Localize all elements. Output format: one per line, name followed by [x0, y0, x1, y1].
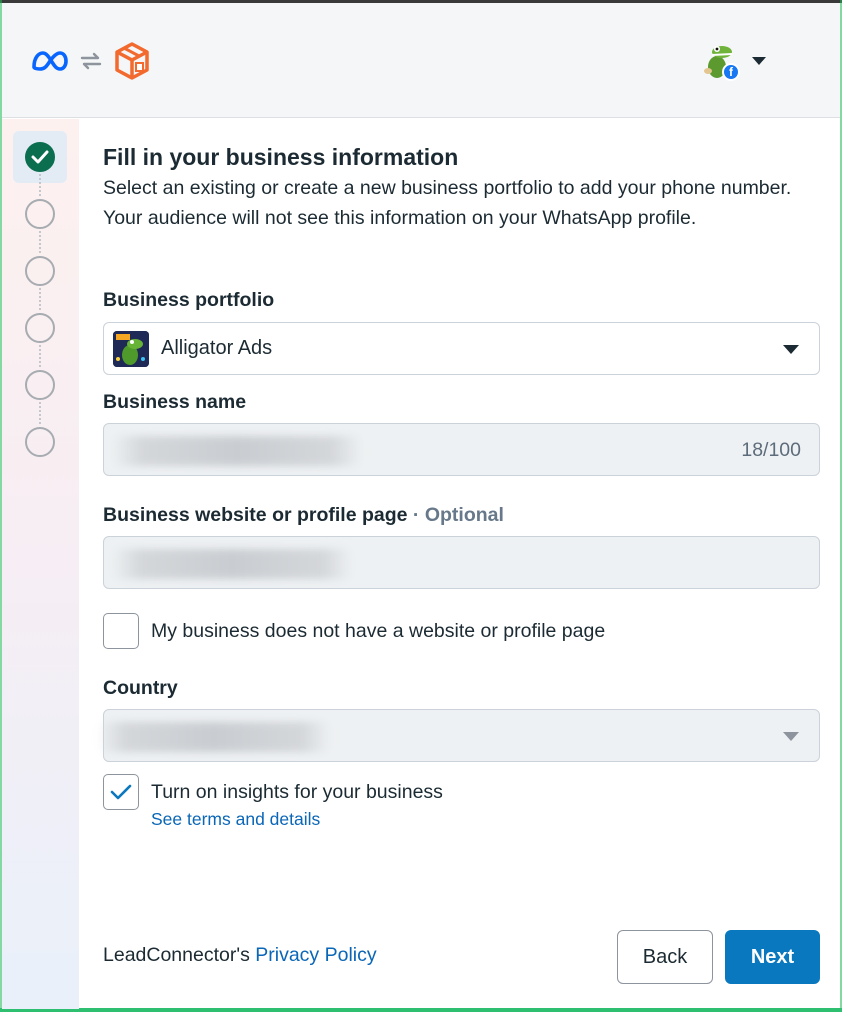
- website-label-text: Business website or profile page: [103, 504, 408, 526]
- privacy-prefix: LeadConnector's: [103, 944, 256, 966]
- character-counter: 18/100: [741, 439, 801, 461]
- facebook-badge-icon: f: [722, 63, 740, 81]
- country-label: Country: [103, 677, 178, 699]
- step-5: [25, 370, 55, 400]
- step-connector: [39, 174, 41, 196]
- page-title: Fill in your business information: [103, 144, 459, 170]
- chevron-down-icon[interactable]: [752, 57, 766, 65]
- redacted-value: [98, 722, 330, 752]
- business-portfolio-label: Business portfolio: [103, 289, 275, 311]
- redacted-value: [112, 436, 362, 466]
- terms-link[interactable]: See terms and details: [151, 809, 320, 830]
- step-4: [25, 313, 55, 343]
- next-button[interactable]: Next: [725, 930, 820, 984]
- no-website-label[interactable]: My business does not have a website or p…: [151, 620, 605, 643]
- insights-checkbox[interactable]: [103, 774, 139, 810]
- step-connector: [39, 231, 41, 253]
- business-name-input[interactable]: 18/100: [103, 423, 820, 476]
- meta-logo-icon: [30, 49, 70, 73]
- account-avatar[interactable]: f: [700, 41, 740, 81]
- leadconnector-logo-icon: [112, 41, 152, 81]
- redacted-value: [112, 549, 352, 579]
- country-select[interactable]: [98, 709, 820, 762]
- form-heading: Fill in your business information Select…: [103, 140, 820, 233]
- chevron-down-icon[interactable]: [783, 345, 799, 354]
- checkmark-icon: [110, 784, 132, 800]
- back-button[interactable]: Back: [617, 930, 713, 984]
- business-portfolio-select[interactable]: Alligator Ads: [103, 322, 820, 375]
- no-website-checkbox[interactable]: [103, 613, 139, 649]
- step-connector: [39, 288, 41, 310]
- website-label: Business website or profile page · Optio…: [103, 504, 504, 527]
- step-connector: [39, 345, 41, 367]
- step-3: [25, 256, 55, 286]
- insights-label[interactable]: Turn on insights for your business: [151, 781, 443, 804]
- checkmark-icon: [31, 150, 49, 164]
- website-input[interactable]: [103, 536, 820, 589]
- step-6: [25, 427, 55, 457]
- dialog-header: f: [2, 3, 840, 118]
- account-switcher[interactable]: f: [700, 41, 766, 81]
- alligator-ads-logo-icon: [113, 330, 149, 367]
- privacy-policy-link[interactable]: Privacy Policy: [255, 944, 376, 966]
- business-portfolio-value: Alligator Ads: [161, 337, 273, 359]
- privacy-notice: LeadConnector's Privacy Policy: [103, 944, 377, 967]
- window-bottom-edge: [0, 1008, 842, 1012]
- step-connector: [39, 402, 41, 424]
- page-subtitle: Select an existing or create a new busin…: [103, 177, 792, 229]
- business-name-label: Business name: [103, 391, 247, 413]
- step-2: [25, 199, 55, 229]
- sync-arrows-icon: [78, 49, 104, 73]
- chevron-down-icon[interactable]: [783, 732, 799, 741]
- optional-tag: · Optional: [412, 504, 504, 526]
- step-1-completed: [25, 142, 55, 172]
- progress-stepper: [2, 119, 79, 1009]
- header-logos: [30, 41, 152, 81]
